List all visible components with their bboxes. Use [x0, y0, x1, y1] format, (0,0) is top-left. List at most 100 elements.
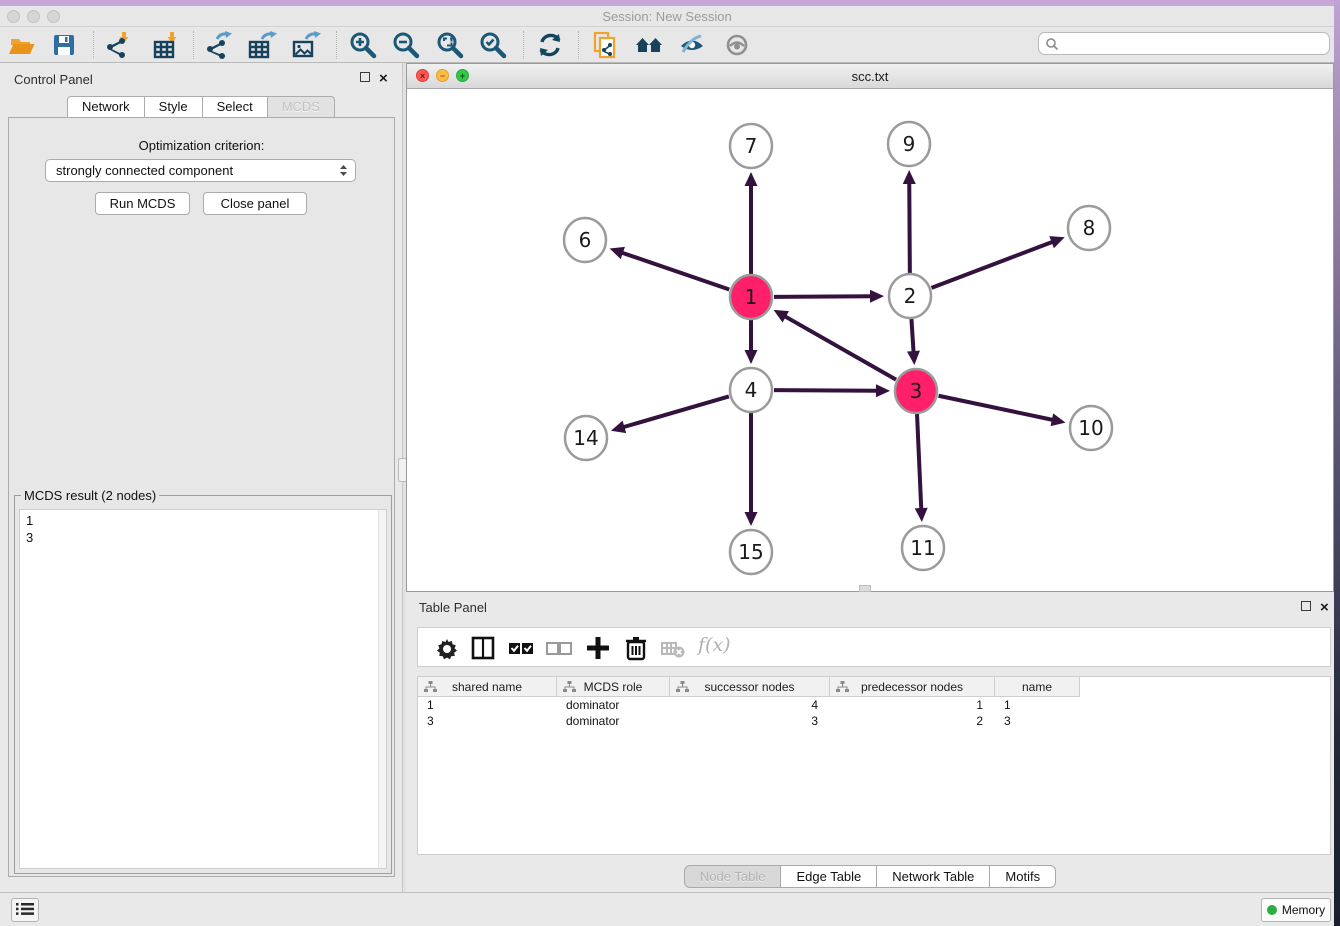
edge-3-10[interactable] [939, 396, 1054, 420]
edge-4-14[interactable] [622, 396, 728, 427]
node-3[interactable]: 3 [895, 369, 937, 413]
mcds-result-values: 13 [26, 512, 33, 546]
tab-motifs[interactable]: Motifs [990, 865, 1056, 888]
export-network-icon[interactable] [202, 28, 236, 62]
delete-table-icon[interactable] [658, 633, 688, 663]
table-float-icon[interactable] [1301, 601, 1311, 611]
run-mcds-button[interactable]: Run MCDS [95, 192, 190, 215]
save-session-icon[interactable] [47, 28, 81, 62]
node-14[interactable]: 14 [565, 416, 607, 460]
control-panel-title: Control Panel [14, 72, 93, 87]
node-15[interactable]: 15 [730, 530, 772, 574]
node-8[interactable]: 8 [1068, 206, 1110, 250]
table-cell: 3 [670, 713, 830, 729]
edge-4-3[interactable] [774, 390, 878, 391]
node-9[interactable]: 9 [888, 122, 930, 166]
search-input[interactable] [1063, 37, 1323, 51]
table-row[interactable]: 3dominator323 [418, 713, 1080, 729]
table-cell: 3 [995, 713, 1080, 729]
column-header-shared-name[interactable]: shared name [418, 677, 557, 697]
table-options-icon[interactable] [432, 633, 462, 663]
tab-edge-table[interactable]: Edge Table [781, 865, 877, 888]
node-11[interactable]: 11 [902, 526, 944, 570]
export-image-icon[interactable] [289, 28, 323, 62]
tab-mcds[interactable]: MCDS [268, 96, 335, 118]
export-table-icon[interactable] [245, 28, 279, 62]
arrowhead [870, 290, 884, 303]
node-7[interactable]: 7 [730, 124, 772, 168]
import-network-icon[interactable] [101, 28, 135, 62]
arrowhead [907, 351, 920, 365]
zoom-out-icon[interactable] [389, 28, 423, 62]
hide-selected-icon[interactable] [675, 28, 709, 62]
tab-select[interactable]: Select [203, 96, 268, 118]
table-panel-header: Table Panel × [406, 595, 1334, 623]
column-header-MCDS-role[interactable]: MCDS role [557, 677, 670, 697]
edge-2-9[interactable] [909, 182, 910, 273]
node-label: 9 [903, 132, 916, 156]
node-label: 8 [1083, 216, 1096, 240]
first-neighbors-icon[interactable] [632, 28, 666, 62]
control-panel-header: Control Panel × [0, 63, 402, 93]
node-6[interactable]: 6 [564, 218, 606, 262]
float-panel-icon[interactable] [360, 72, 370, 82]
network-window-titlebar: × − + scc.txt [407, 64, 1333, 89]
zoom-fit-icon[interactable] [433, 28, 467, 62]
arrowhead [745, 172, 758, 186]
clone-network-icon[interactable] [588, 28, 622, 62]
tab-style[interactable]: Style [145, 96, 203, 118]
edge-3-11[interactable] [917, 414, 921, 510]
network-canvas[interactable]: 1 2 3 4 6 7 8 9 10 11 14 15 [407, 89, 1333, 591]
close-panel-icon[interactable]: × [379, 74, 388, 84]
column-header-name[interactable]: name [995, 677, 1080, 697]
arrowhead [915, 508, 928, 522]
edge-2-3[interactable] [911, 319, 913, 353]
tab-network-table[interactable]: Network Table [877, 865, 990, 888]
memory-button[interactable]: Memory [1261, 898, 1331, 922]
arrowhead [1051, 413, 1066, 426]
edge-1-2[interactable] [774, 296, 872, 297]
open-session-icon[interactable] [5, 28, 39, 62]
column-label: shared name [452, 680, 522, 694]
network-window-title: scc.txt [407, 69, 1333, 84]
edge-2-8[interactable] [932, 241, 1054, 287]
node-10[interactable]: 10 [1070, 406, 1112, 450]
network-resize-handle[interactable] [859, 585, 871, 592]
search-icon [1045, 37, 1059, 51]
node-1[interactable]: 1 [730, 275, 772, 319]
close-panel-button[interactable]: Close panel [203, 192, 307, 215]
function-builder-icon[interactable]: f(x) [698, 634, 731, 656]
table-cell: dominator [557, 697, 670, 713]
import-table-icon[interactable] [149, 28, 183, 62]
mcds-result-scrollbar[interactable] [378, 510, 386, 868]
criterion-dropdown[interactable]: strongly connected component [45, 159, 356, 182]
toolbar-separator [523, 31, 524, 59]
edge-1-6[interactable] [621, 252, 729, 289]
toggle-column-panel-icon[interactable] [468, 633, 498, 663]
column-label: name [1022, 680, 1052, 694]
status-bar: Memory [0, 892, 1334, 926]
zoom-in-icon[interactable] [346, 28, 380, 62]
mcds-panel: Optimization criterion: strongly connect… [8, 117, 395, 877]
node-4[interactable]: 4 [730, 368, 772, 412]
node-2[interactable]: 2 [889, 274, 931, 318]
create-column-icon[interactable] [583, 633, 613, 663]
table-row[interactable]: 1dominator411 [418, 697, 1080, 713]
select-all-columns-icon[interactable] [506, 633, 536, 663]
node-table[interactable]: shared name MCDS rolesuccessor nodesprede… [417, 676, 1331, 855]
edge-3-1[interactable] [784, 316, 896, 380]
arrowhead [611, 421, 626, 433]
column-header-successor-nodes[interactable]: successor nodes [670, 677, 830, 697]
tab-node-table[interactable]: Node Table [684, 865, 782, 888]
delete-column-icon[interactable] [621, 633, 651, 663]
arrowhead [876, 384, 890, 397]
zoom-selected-icon[interactable] [476, 28, 510, 62]
tab-network[interactable]: Network [67, 96, 145, 118]
table-close-icon[interactable]: × [1320, 603, 1329, 613]
column-header-predecessor-nodes[interactable]: predecessor nodes [830, 677, 995, 697]
show-all-icon[interactable] [720, 28, 754, 62]
task-history-button[interactable] [11, 898, 39, 922]
deselect-all-columns-icon[interactable] [544, 633, 574, 663]
apply-layout-icon[interactable] [533, 28, 567, 62]
mcds-result-list[interactable]: 13 [19, 509, 387, 869]
